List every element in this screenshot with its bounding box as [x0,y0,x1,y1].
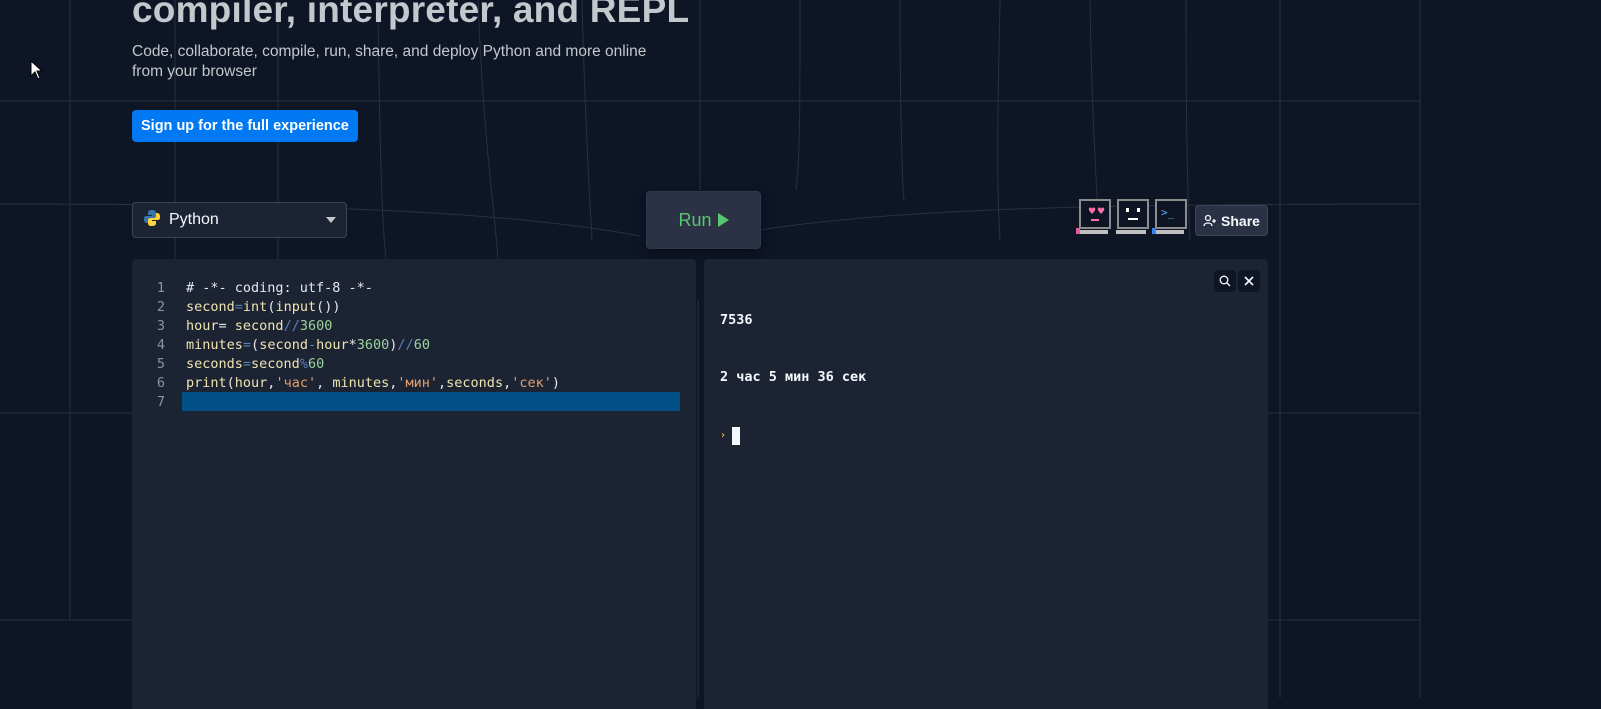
line-number: 2 [156,299,165,315]
terminal-computer-icon: >_ [1152,198,1188,236]
console-panel[interactable]: 7536 2 час 5 мин 36 сек › [704,259,1268,709]
line-number: 7 [156,394,165,410]
language-select[interactable]: Python [132,202,347,238]
neutral-computer-icon [1114,198,1150,236]
console-line: 7536 [720,312,753,328]
close-icon [1244,276,1254,286]
search-button[interactable] [1214,270,1236,292]
play-icon [717,213,729,227]
code-text: minutes=(second-hour*3600)//60 [186,337,430,353]
run-button[interactable]: Run [646,191,761,249]
run-label: Run [678,209,712,230]
svg-text:>_: >_ [1161,206,1175,219]
svg-text:♥: ♥ [1097,207,1105,217]
add-user-icon [1203,214,1217,226]
line-number: 1 [156,280,165,296]
chevron-down-icon [326,217,336,223]
console-prompt-row[interactable]: › [720,426,866,445]
code-line[interactable]: 6 print(hour,'час', minutes,'мин',seconds… [132,374,696,393]
code-line[interactable]: 5 seconds=second%60 [132,355,696,374]
search-icon [1219,275,1231,287]
hero-title: compiler, interpreter, and REPL [132,0,690,30]
close-button[interactable] [1238,270,1260,292]
code-editor[interactable]: 1 # -*- coding: utf-8 -*- 2 second=int(inpu… [132,259,696,709]
code-line[interactable]: 4 minutes=(second-hour*3600)//60 [132,336,696,355]
code-text: hour= second//3600 [186,318,333,334]
console-line: 2 час 5 мин 36 сек [720,369,867,385]
python-logo-icon [143,209,161,232]
code-line[interactable]: 7 [132,393,696,412]
line-number: 6 [156,375,165,391]
line-number: 5 [156,356,165,372]
console-tools [1214,270,1260,292]
collaborator-avatars: ♥ ♥ >_ [1076,198,1188,236]
code-text: seconds=second%60 [186,356,325,372]
hero-subtitle: Code, collaborate, compile, run, share, … [132,43,647,80]
line-number: 3 [156,318,165,334]
code-line[interactable]: 3 hour= second//3600 [132,317,696,336]
console-output: 7536 2 час 5 мин 36 сек › [720,273,866,483]
language-label: Python [169,211,219,228]
share-label: Share [1221,212,1260,229]
share-button[interactable]: Share [1195,205,1268,236]
mouse-pointer-icon [30,59,44,85]
code-line[interactable]: 2 second=int(input()) [132,298,696,317]
code-text: print(hour,'час', minutes,'мин',seconds,… [186,375,560,391]
text-cursor [732,426,741,445]
hero-section: compiler, interpreter, and REPL Code, co… [132,0,689,82]
code-text: second=int(input()) [186,299,341,315]
line-number: 4 [156,337,165,353]
svg-text:♥: ♥ [1088,207,1096,217]
heart-eyes-computer-icon: ♥ ♥ [1076,198,1112,236]
code-line[interactable]: 1 # -*- coding: utf-8 -*- [132,279,696,298]
prompt-icon: › [720,430,727,441]
code-text: # -*- coding: utf-8 -*- [186,280,373,296]
signup-button[interactable]: Sign up for the full experience [132,110,358,142]
